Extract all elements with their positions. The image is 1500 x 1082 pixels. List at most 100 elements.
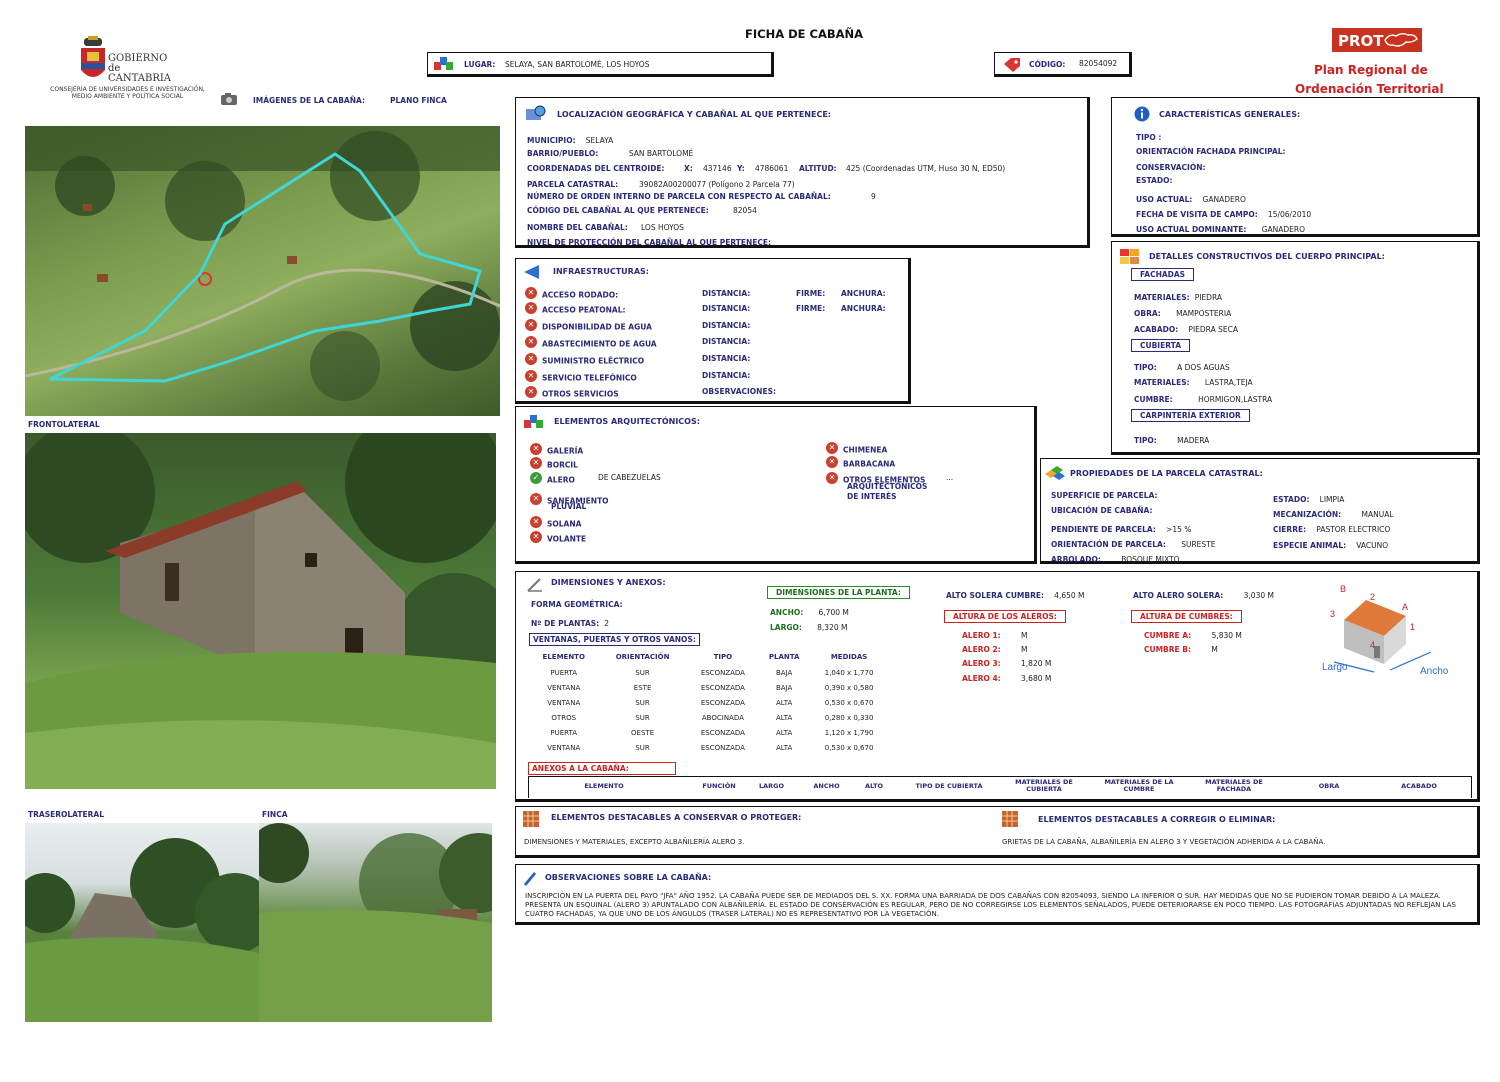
anexos-header-cell: MATERIALES DE FACHADA	[1205, 778, 1263, 793]
dimensiones-panel: DIMENSIONES Y ANEXOS: FORMA GEOMÉTRICA: …	[515, 571, 1480, 802]
vanos-cell: ESCONZADA	[700, 668, 745, 677]
conservar-title: ELEMENTOS DESTACABLES A CONSERVAR O PROT…	[551, 813, 802, 822]
anexos-table: ELEMENTO FUNCIÓN LARGO ANCHO ALTO TIPO DE CUB…	[528, 776, 1472, 798]
diagram-label-ancho: Ancho	[1420, 666, 1449, 675]
anexos-header-cell: ELEMENTO	[584, 782, 624, 790]
carpinteria-tipo-label: TIPO:	[1134, 436, 1157, 445]
infraestructura-label: ABASTECIMIENTO DE AGUA	[542, 339, 657, 349]
x-icon: ✕	[826, 472, 838, 484]
distancia-label-1: DISTANCIA:	[702, 289, 751, 298]
info-icon	[1134, 106, 1150, 122]
propiedades-title: PROPIEDADES DE LA PARCELA CATASTRAL:	[1070, 469, 1263, 478]
arbolado-label: ARBOLADO:	[1051, 555, 1101, 564]
alero-solera-label: ALTO ALERO SOLERA:	[1133, 591, 1224, 600]
anchura-label-1: ANCHURA:	[841, 289, 886, 298]
coordenadas-label: COORDENADAS DEL CENTROIDE:	[527, 164, 665, 173]
parcela-label: PARCELA CATASTRAL:	[527, 180, 619, 189]
vanos-cell: SUR	[635, 668, 650, 677]
vanos-row: VENTANA SUR ESCONZADA ALTA 0,530 x 0,670	[529, 740, 889, 755]
infraestructura-item: ✕ DISPONIBILIDAD DE AGUA	[525, 319, 652, 333]
observaciones-label: OBSERVACIONES:	[702, 387, 776, 396]
altitud-label: ALTITUD:	[799, 164, 837, 173]
propiedades-panel: PROPIEDADES DE LA PARCELA CATASTRAL: SUP…	[1040, 458, 1480, 564]
cabin-front-illustration	[25, 433, 496, 789]
infraestructuras-panel: INFRAESTRUCTURAS: ✕ ACCESO RODADO: ✕ ACCESO…	[515, 258, 911, 404]
infraestructura-label: SERVICIO TELEFÓNICO	[542, 373, 637, 383]
nombre-cabanal-label: NOMBRE DEL CABAÑAL:	[527, 223, 628, 232]
vanos-cell: VENTANA	[547, 683, 581, 692]
conservar-text: DIMENSIONES Y MATERIALES, EXCEPTO ALBAÑI…	[524, 838, 745, 846]
orientacion-fachada-label: ORIENTACIÓN FACHADA PRINCIPAL:	[1136, 147, 1286, 156]
finca-photo	[259, 823, 492, 1022]
prot-badge-text: PROT	[1338, 32, 1384, 50]
diagram-label-a: A	[1402, 602, 1408, 612]
frontolateral-photo	[25, 433, 496, 789]
vanos-cell: VENTANA	[547, 743, 581, 752]
especie-value: VACUNO	[1356, 541, 1389, 550]
cubierta-cumbre-value: HORMIGON,LASTRA	[1198, 395, 1273, 404]
infraestructura-item: ✕ ACCESO RODADO:	[525, 287, 618, 301]
uso-dominante-value: GANADERO	[1261, 225, 1305, 234]
lugar-box: LUGAR: SELAYA, SAN BARTOLOMÉ, LOS HOYOS	[427, 52, 774, 77]
x-icon: ✕	[530, 516, 542, 528]
mecanizacion-value: MANUAL	[1361, 510, 1394, 519]
saneamiento-label-2: PLUVIAL	[551, 502, 587, 511]
arbolado-value: BOSQUE MIXTO	[1121, 555, 1180, 564]
cumbre-b-value: M	[1211, 645, 1218, 654]
vanos-cell: 1,120 x 1,790	[824, 728, 874, 737]
vanos-cell: 1,040 x 1,770	[824, 668, 874, 677]
vanos-cell: 0,530 x 0,670	[824, 698, 874, 707]
vanos-row: PUERTA OESTE ESCONZADA ALTA 1,120 x 1,790	[529, 725, 889, 740]
alero4-label: ALERO 4:	[962, 674, 1001, 683]
forma-geometrica-label: FORMA GEOMÉTRICA:	[531, 600, 623, 609]
x-icon: ✕	[525, 386, 537, 398]
volante-label: VOLANTE	[547, 534, 587, 544]
carpinteria-tipo-value: MADERA	[1177, 436, 1210, 445]
vanos-row: VENTANA SUR ESCONZADA ALTA 0,530 x 0,670	[529, 695, 889, 710]
corregir-text: GRIETAS DE LA CABAÑA, ALBAÑILERÍA EN ALE…	[1002, 838, 1326, 846]
cumbre-a-value: 5,830 M	[1211, 631, 1242, 640]
cubierta-tipo-label: TIPO:	[1134, 363, 1157, 372]
municipio-label: MUNICIPIO:	[527, 136, 576, 145]
infraestructura-item: ✕ SUMINISTRO ELÉCTRICO	[525, 353, 644, 367]
codigo-cabanal-label: CÓDIGO DEL CABAÑAL AL QUE PERTENECE:	[527, 206, 709, 215]
borcil-label: BORCIL	[547, 460, 578, 470]
distancia-label-2: DISTANCIA:	[702, 304, 751, 313]
vanos-cell: BAJA	[775, 683, 793, 692]
barrio-value: SAN BARTOLOMÉ	[628, 149, 694, 158]
infraestructura-label: ACCESO PEATONAL:	[542, 305, 626, 315]
caracteristicas-title: CARACTERÍSTICAS GENERALES:	[1159, 110, 1301, 119]
barrio-label: BARRIO/PUEBLO:	[527, 149, 599, 158]
fachadas-tag: FACHADAS	[1131, 268, 1195, 281]
anexos-header-cell: ACABADO	[1401, 782, 1437, 790]
codigo-label: CÓDIGO:	[1029, 60, 1066, 69]
page-title: FICHA DE CABAÑA	[745, 27, 864, 41]
detalles-title: DETALLES CONSTRUCTIVOS DEL CUERPO PRINCI…	[1149, 252, 1385, 261]
anexos-header-cell: LARGO	[758, 782, 785, 790]
elementos-panel: ELEMENTOS ARQUITECTÓNICOS: ✕ GALERÍA ✕ BOR…	[515, 406, 1037, 564]
anexos-header-cell: MATERIALES DE CUBIERTA	[1015, 778, 1073, 793]
lugar-label: LUGAR:	[464, 60, 496, 69]
alero1-value: M	[1021, 631, 1028, 640]
barbacana-label: BARBACANA	[843, 459, 896, 469]
camera-icon	[221, 93, 237, 105]
corregir-title: ELEMENTOS DESTACABLES A CORREGIR O ELIMI…	[1038, 815, 1276, 824]
lugar-value: SELAYA, SAN BARTOLOMÉ, LOS HOYOS	[505, 60, 650, 69]
observaciones-panel: OBSERVACIONES SOBRE LA CABAÑA: INSCRIPCI…	[515, 864, 1480, 925]
largo-label: LARGO:	[770, 623, 802, 632]
alero2-value: M	[1021, 645, 1028, 654]
codigo-value: 82054092	[1079, 59, 1118, 68]
vanos-cell: PUERTA	[550, 728, 578, 737]
meadow-illustration	[259, 823, 492, 1022]
infraestructura-label: SUMINISTRO ELÉCTRICO	[542, 356, 645, 366]
x-icon: ✕	[525, 370, 537, 382]
vanos-table: ELEMENTO ORIENTACIÓN TIPO PLANTA MEDIDAS PUE…	[529, 649, 889, 755]
grid-icon	[523, 811, 539, 827]
diagram-label-b: B	[1340, 584, 1346, 594]
vanos-cell: 0,530 x 0,670	[824, 743, 874, 752]
check-icon: ✓	[530, 472, 542, 484]
fecha-visita-label: FECHA DE VISITA DE CAMPO:	[1136, 210, 1258, 219]
uso-actual-label: USO ACTUAL:	[1136, 195, 1193, 204]
x-icon: ✕	[525, 353, 537, 365]
vanos-cell: ESCONZADA	[700, 743, 745, 752]
